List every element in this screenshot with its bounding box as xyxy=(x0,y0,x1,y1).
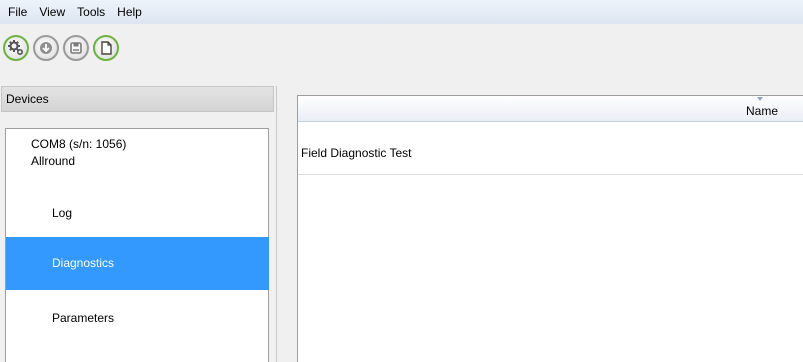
devices-header: Devices xyxy=(1,86,274,112)
table-row[interactable]: Field Diagnostic Test xyxy=(298,140,803,175)
device-model-label: Allround xyxy=(31,154,76,168)
document-icon xyxy=(101,41,112,55)
sort-arrow-icon xyxy=(757,97,763,101)
table-cell-name: Field Diagnostic Test xyxy=(301,146,412,160)
new-document-button[interactable] xyxy=(93,35,119,61)
tree-node-log[interactable]: Log xyxy=(6,187,269,240)
table-header: Name xyxy=(298,96,803,122)
tree-node-parameters[interactable]: Parameters xyxy=(6,292,269,345)
connect-gears-icon xyxy=(8,40,24,56)
menu-tools[interactable]: Tools xyxy=(71,2,111,22)
download-arrow-icon xyxy=(40,42,52,54)
menu-file[interactable]: File xyxy=(2,2,33,22)
save-button[interactable] xyxy=(63,35,89,61)
column-header-name[interactable]: Name xyxy=(746,104,778,118)
menu-view[interactable]: View xyxy=(33,2,71,22)
download-button[interactable] xyxy=(33,35,59,61)
device-port-label: COM8 (s/n: 1056) xyxy=(31,137,127,151)
app-window: File View Tools Help Devices COM8 (s/n: … xyxy=(0,0,803,362)
diagnostics-table: Name Field Diagnostic Test xyxy=(297,95,803,362)
device-tree[interactable]: COM8 (s/n: 1056) Allround Log Diagnostic… xyxy=(5,128,269,362)
menu-help[interactable]: Help xyxy=(111,2,148,22)
connect-button[interactable] xyxy=(3,35,29,61)
save-disk-icon xyxy=(70,42,82,54)
menu-bar: File View Tools Help xyxy=(0,0,803,24)
device-item[interactable]: COM8 (s/n: 1056) Allround xyxy=(31,136,126,170)
content-panel: Name Field Diagnostic Test xyxy=(277,86,803,362)
toolbar xyxy=(0,34,119,62)
tree-node-diagnostics[interactable]: Diagnostics xyxy=(6,237,269,290)
